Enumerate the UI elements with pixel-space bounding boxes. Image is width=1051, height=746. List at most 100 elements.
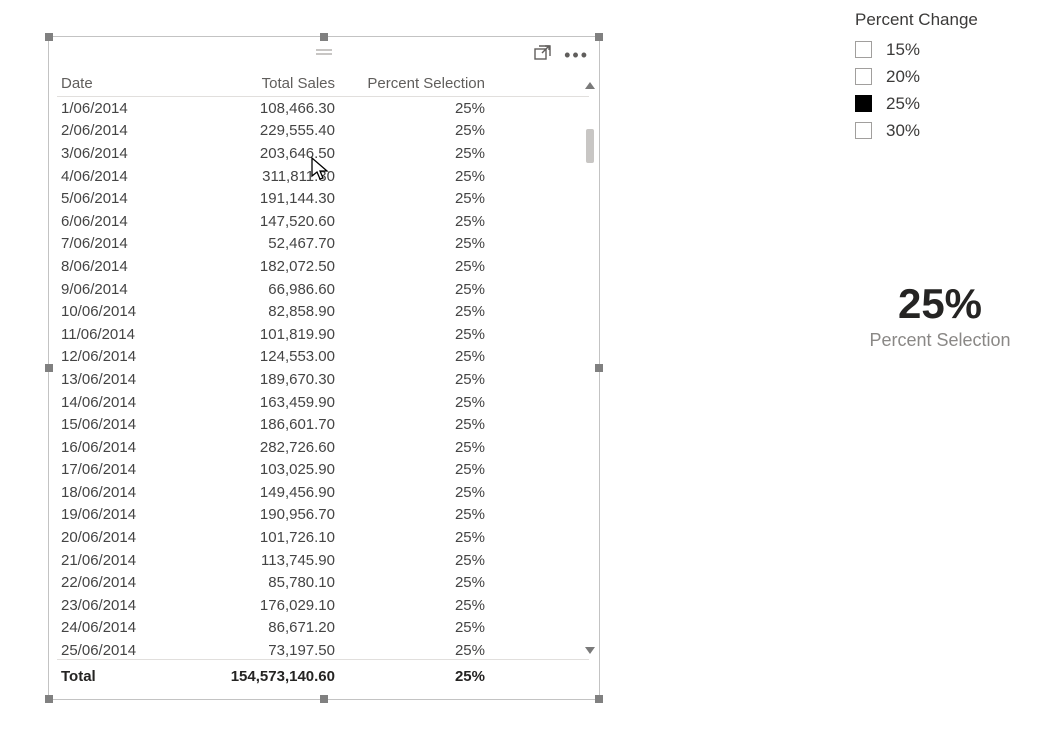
slicer-item[interactable]: 30% [855, 117, 978, 144]
cell-date: 5/06/2014 [61, 190, 165, 207]
table-row[interactable]: 14/06/2014163,459.9025% [57, 391, 589, 414]
more-options-icon[interactable]: ••• [564, 49, 589, 61]
table-row[interactable]: 22/06/201485,780.1025% [57, 571, 589, 594]
cell-date: 4/06/2014 [61, 168, 165, 185]
table-row[interactable]: 24/06/201486,671.2025% [57, 617, 589, 640]
table-row[interactable]: 13/06/2014189,670.3025% [57, 368, 589, 391]
scrollbar[interactable] [583, 77, 597, 659]
cell-sales: 186,601.70 [165, 416, 345, 433]
cell-pct: 25% [345, 506, 495, 523]
resize-handle[interactable] [45, 695, 53, 703]
total-label: Total [61, 668, 165, 685]
cell-pct: 25% [345, 597, 495, 614]
cell-sales: 311,811.30 [165, 168, 345, 185]
cell-date: 20/06/2014 [61, 529, 165, 546]
cell-sales: 124,553.00 [165, 348, 345, 365]
card-value: 25% [830, 280, 1050, 328]
cell-sales: 113,745.90 [165, 552, 345, 569]
slicer-item[interactable]: 20% [855, 63, 978, 90]
scroll-thumb[interactable] [586, 129, 594, 163]
checkbox-icon[interactable] [855, 68, 872, 85]
checkbox-icon[interactable] [855, 41, 872, 58]
table-row[interactable]: 15/06/2014186,601.7025% [57, 413, 589, 436]
cell-pct: 25% [345, 619, 495, 636]
cell-date: 17/06/2014 [61, 461, 165, 478]
cell-date: 6/06/2014 [61, 213, 165, 230]
cell-pct: 25% [345, 371, 495, 388]
drag-grip-icon[interactable] [316, 49, 332, 55]
table-row[interactable]: 20/06/2014101,726.1025% [57, 526, 589, 549]
cell-date: 2/06/2014 [61, 122, 165, 139]
table-row[interactable]: 10/06/201482,858.9025% [57, 300, 589, 323]
table-row[interactable]: 1/06/2014108,466.3025% [57, 97, 589, 120]
cell-pct: 25% [345, 484, 495, 501]
table-row[interactable]: 17/06/2014103,025.9025% [57, 459, 589, 482]
cell-pct: 25% [345, 303, 495, 320]
cell-sales: 101,726.10 [165, 529, 345, 546]
table-row[interactable]: 12/06/2014124,553.0025% [57, 346, 589, 369]
table-row[interactable]: 16/06/2014282,726.6025% [57, 436, 589, 459]
slicer-item-label: 25% [886, 94, 920, 114]
cell-date: 15/06/2014 [61, 416, 165, 433]
cell-sales: 108,466.30 [165, 100, 345, 117]
scroll-down-icon[interactable] [585, 647, 595, 654]
cell-sales: 229,555.40 [165, 122, 345, 139]
col-header-date[interactable]: Date [61, 75, 165, 92]
resize-handle[interactable] [595, 695, 603, 703]
table-row[interactable]: 23/06/2014176,029.1025% [57, 594, 589, 617]
cell-pct: 25% [345, 326, 495, 343]
table-row[interactable]: 11/06/2014101,819.9025% [57, 323, 589, 346]
table-row[interactable]: 5/06/2014191,144.3025% [57, 187, 589, 210]
cell-date: 22/06/2014 [61, 574, 165, 591]
table-row[interactable]: 8/06/2014182,072.5025% [57, 255, 589, 278]
cell-pct: 25% [345, 529, 495, 546]
cell-pct: 25% [345, 145, 495, 162]
cell-pct: 25% [345, 439, 495, 456]
col-header-pct[interactable]: Percent Selection [345, 75, 495, 92]
slicer-item[interactable]: 15% [855, 36, 978, 63]
cell-pct: 25% [345, 394, 495, 411]
slicer-item[interactable]: 25% [855, 90, 978, 117]
focus-mode-icon[interactable] [534, 45, 552, 65]
table-visual[interactable]: ••• Date Total Sales Percent Selection 1… [48, 36, 600, 700]
cell-date: 19/06/2014 [61, 506, 165, 523]
cell-sales: 182,072.50 [165, 258, 345, 275]
cell-sales: 73,197.50 [165, 642, 345, 659]
table-row[interactable]: 7/06/201452,467.7025% [57, 233, 589, 256]
cell-sales: 103,025.90 [165, 461, 345, 478]
cell-date: 9/06/2014 [61, 281, 165, 298]
scroll-up-icon[interactable] [585, 82, 595, 89]
table-row[interactable]: 9/06/201466,986.6025% [57, 278, 589, 301]
table-row[interactable]: 2/06/2014229,555.4025% [57, 120, 589, 143]
cell-sales: 52,467.70 [165, 235, 345, 252]
resize-handle[interactable] [320, 695, 328, 703]
cell-sales: 149,456.90 [165, 484, 345, 501]
slicer-item-label: 30% [886, 121, 920, 141]
table-row[interactable]: 19/06/2014190,956.7025% [57, 504, 589, 527]
col-header-sales[interactable]: Total Sales [165, 75, 345, 92]
table-row[interactable]: 4/06/2014311,811.3025% [57, 165, 589, 188]
scroll-track[interactable] [586, 95, 594, 641]
cell-pct: 25% [345, 213, 495, 230]
table-row[interactable]: 3/06/2014203,646.5025% [57, 142, 589, 165]
resize-handle[interactable] [45, 364, 53, 372]
cell-pct: 25% [345, 190, 495, 207]
cell-pct: 25% [345, 258, 495, 275]
table-row[interactable]: 6/06/2014147,520.6025% [57, 210, 589, 233]
checkbox-icon[interactable] [855, 122, 872, 139]
slicer-title: Percent Change [855, 10, 978, 30]
cell-date: 10/06/2014 [61, 303, 165, 320]
cell-sales: 85,780.10 [165, 574, 345, 591]
slicer-item-label: 15% [886, 40, 920, 60]
table-header-row: Date Total Sales Percent Selection [57, 75, 589, 97]
total-pct: 25% [345, 668, 495, 685]
cell-sales: 101,819.90 [165, 326, 345, 343]
cell-date: 25/06/2014 [61, 642, 165, 659]
checkbox-icon[interactable] [855, 95, 872, 112]
cell-sales: 189,670.30 [165, 371, 345, 388]
table-row[interactable]: 18/06/2014149,456.9025% [57, 481, 589, 504]
table-row[interactable]: 21/06/2014113,745.9025% [57, 549, 589, 572]
cell-sales: 163,459.90 [165, 394, 345, 411]
table-row[interactable]: 25/06/201473,197.5025% [57, 639, 589, 659]
cell-date: 3/06/2014 [61, 145, 165, 162]
